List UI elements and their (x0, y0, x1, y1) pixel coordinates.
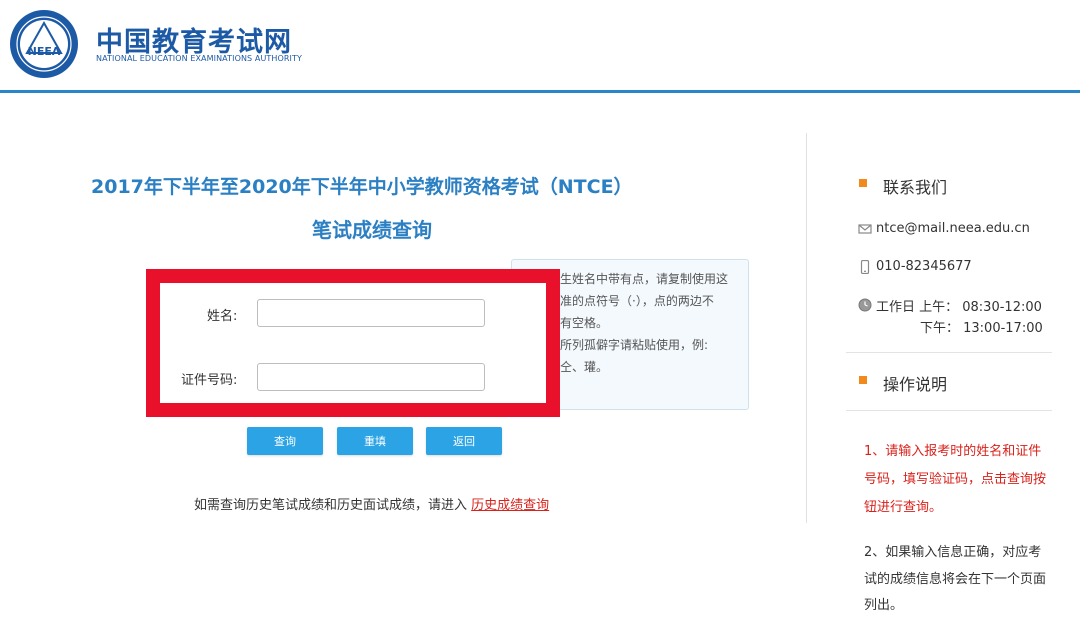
query-button[interactable]: 查询 (247, 427, 323, 455)
instruction-1-line-2: 号码，填写验证码，点击查询按 (864, 472, 1047, 487)
site-subtitle: NATIONAL EDUCATION EXAMINATIONS AUTHORIT… (96, 54, 302, 63)
neea-logo-icon[interactable]: NEEA (9, 9, 79, 79)
instruction-2-line-1: 2、如果输入信息正确，对应考 (864, 545, 1042, 560)
contact-hours-pm: 下午： 13:00-17:00 (920, 321, 1043, 336)
instructions-title: 操作说明 (883, 375, 948, 394)
contact-title: 联系我们 (883, 178, 948, 197)
page-title: 2017年下半年至2020年下半年中小学教师资格考试（NTCE） (91, 176, 633, 198)
column-divider (806, 133, 807, 523)
contact-phone: 010-82345677 (876, 259, 972, 274)
reset-button[interactable]: 重填 (337, 427, 413, 455)
instruction-2-line-2: 试的成绩信息将会在下一个页面 (864, 572, 1047, 587)
logo-emblem-text: NEEA (28, 45, 61, 58)
id-number-label: 证件号码: (181, 373, 238, 388)
site-header: NEEA 中国教育考试网 NATIONAL EDUCATION EXAMINAT… (0, 0, 1080, 90)
contact-bullet-icon (859, 179, 867, 187)
name-label: 姓名: (207, 309, 238, 324)
contact-email[interactable]: ntce@mail.neea.edu.cn (876, 221, 1030, 236)
header-divider (0, 90, 1080, 93)
instructions-bullet-icon (859, 376, 867, 384)
history-text: 如需查询历史笔试成绩和历史面试成绩，请进入 (194, 498, 468, 513)
back-button[interactable]: 返回 (426, 427, 502, 455)
hint-line-4: 有所列孤僻字请粘贴使用，例: (548, 338, 709, 352)
mail-icon (858, 224, 872, 234)
history-query-link[interactable]: 历史成绩查询 (471, 498, 549, 513)
history-query-line: 如需查询历史笔试成绩和历史面试成绩，请进入 历史成绩查询 (194, 494, 549, 513)
sidebar-separator-2 (846, 410, 1052, 411)
hint-line-2: 标准的点符号（·），点的两边不 (548, 294, 714, 308)
sidebar-separator-1 (846, 352, 1052, 353)
id-number-input[interactable] (257, 363, 485, 391)
instruction-1-line-1: 1、请输入报考时的姓名和证件 (864, 444, 1042, 459)
name-input[interactable] (257, 299, 485, 327)
clock-icon (858, 298, 872, 312)
hint-line-1: 考生姓名中带有点，请复制使用这 (548, 272, 729, 286)
instruction-2-line-3: 列出。 (864, 598, 904, 613)
page-subtitle: 笔试成绩查询 (312, 218, 432, 242)
instruction-1-line-3: 钮进行查询。 (864, 500, 943, 515)
phone-icon (860, 260, 870, 274)
query-form-panel (146, 269, 560, 417)
contact-hours-am: 工作日 上午： 08:30-12:00 (876, 300, 1042, 315)
